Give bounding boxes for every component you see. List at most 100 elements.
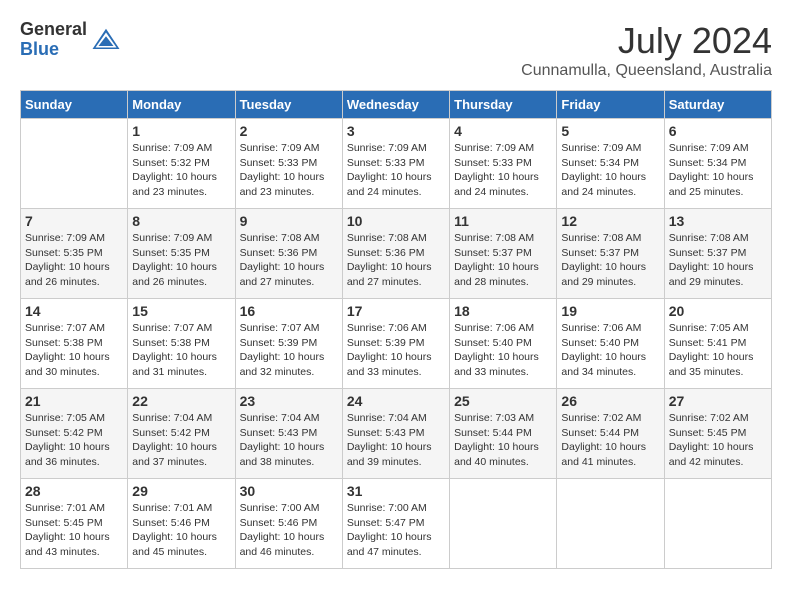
day-info: Sunrise: 7:04 AM Sunset: 5:43 PM Dayligh… (240, 411, 338, 470)
weekday-header-saturday: Saturday (664, 91, 771, 119)
day-number: 18 (454, 303, 552, 319)
day-info: Sunrise: 7:03 AM Sunset: 5:44 PM Dayligh… (454, 411, 552, 470)
calendar-cell: 13 Sunrise: 7:08 AM Sunset: 5:37 PM Dayli… (664, 209, 771, 299)
day-info: Sunrise: 7:08 AM Sunset: 5:37 PM Dayligh… (561, 231, 659, 290)
day-info: Sunrise: 7:09 AM Sunset: 5:35 PM Dayligh… (132, 231, 230, 290)
day-info: Sunrise: 7:04 AM Sunset: 5:43 PM Dayligh… (347, 411, 445, 470)
calendar-cell: 31Sunrise: 7:00 AM Sunset: 5:47 PM Dayli… (342, 479, 449, 569)
month-title: July 2024 (521, 20, 772, 62)
calendar-cell: 5 Sunrise: 7:09 AM Sunset: 5:34 PM Daylig… (557, 119, 664, 209)
calendar-cell (664, 479, 771, 569)
calendar-cell: 7Sunrise: 7:09 AM Sunset: 5:35 PM Daylig… (21, 209, 128, 299)
day-info: Sunrise: 7:05 AM Sunset: 5:41 PM Dayligh… (669, 321, 767, 380)
calendar-cell: 23 Sunrise: 7:04 AM Sunset: 5:43 PM Dayli… (235, 389, 342, 479)
calendar-cell (21, 119, 128, 209)
calendar-cell: 30 Sunrise: 7:00 AM Sunset: 5:46 PM Dayli… (235, 479, 342, 569)
day-info: Sunrise: 7:09 AM Sunset: 5:34 PM Dayligh… (561, 141, 659, 200)
day-number: 31 (347, 483, 445, 499)
day-info: Sunrise: 7:06 AM Sunset: 5:40 PM Dayligh… (454, 321, 552, 380)
day-info: Sunrise: 7:09 AM Sunset: 5:32 PM Dayligh… (132, 141, 230, 200)
location-title: Cunnamulla, Queensland, Australia (521, 62, 772, 80)
calendar-cell: 17Sunrise: 7:06 AM Sunset: 5:39 PM Dayli… (342, 299, 449, 389)
day-number: 17 (347, 303, 445, 319)
calendar-cell: 20 Sunrise: 7:05 AM Sunset: 5:41 PM Dayli… (664, 299, 771, 389)
day-info: Sunrise: 7:09 AM Sunset: 5:33 PM Dayligh… (454, 141, 552, 200)
day-number: 21 (25, 393, 123, 409)
calendar-cell: 2Sunrise: 7:09 AM Sunset: 5:33 PM Daylig… (235, 119, 342, 209)
day-number: 22 (132, 393, 230, 409)
calendar-week-row: 21 Sunrise: 7:05 AM Sunset: 5:42 PM Dayli… (21, 389, 772, 479)
calendar-cell: 11 Sunrise: 7:08 AM Sunset: 5:37 PM Dayli… (450, 209, 557, 299)
day-info: Sunrise: 7:02 AM Sunset: 5:44 PM Dayligh… (561, 411, 659, 470)
day-info: Sunrise: 7:08 AM Sunset: 5:37 PM Dayligh… (669, 231, 767, 290)
day-info: Sunrise: 7:08 AM Sunset: 5:36 PM Dayligh… (240, 231, 338, 290)
calendar-cell: 24 Sunrise: 7:04 AM Sunset: 5:43 PM Dayli… (342, 389, 449, 479)
day-number: 11 (454, 213, 552, 229)
logo-blue-text: Blue (20, 40, 87, 60)
calendar-cell: 27 Sunrise: 7:02 AM Sunset: 5:45 PM Dayli… (664, 389, 771, 479)
calendar-cell: 9 Sunrise: 7:08 AM Sunset: 5:36 PM Daylig… (235, 209, 342, 299)
day-number: 13 (669, 213, 767, 229)
calendar-cell: 18 Sunrise: 7:06 AM Sunset: 5:40 PM Dayli… (450, 299, 557, 389)
weekday-header-tuesday: Tuesday (235, 91, 342, 119)
calendar-cell: 29 Sunrise: 7:01 AM Sunset: 5:46 PM Dayli… (128, 479, 235, 569)
calendar-cell (557, 479, 664, 569)
calendar-week-row: 28 Sunrise: 7:01 AM Sunset: 5:45 PM Dayli… (21, 479, 772, 569)
day-number: 28 (25, 483, 123, 499)
day-number: 24 (347, 393, 445, 409)
day-number: 5 (561, 123, 659, 139)
page-header: General Blue July 2024 Cunnamulla, Queen… (20, 20, 772, 80)
day-number: 4 (454, 123, 552, 139)
calendar-cell: 22 Sunrise: 7:04 AM Sunset: 5:42 PM Dayli… (128, 389, 235, 479)
day-info: Sunrise: 7:09 AM Sunset: 5:33 PM Dayligh… (347, 141, 445, 200)
calendar-cell: 21 Sunrise: 7:05 AM Sunset: 5:42 PM Dayli… (21, 389, 128, 479)
day-number: 6 (669, 123, 767, 139)
calendar-cell: 14 Sunrise: 7:07 AM Sunset: 5:38 PM Dayli… (21, 299, 128, 389)
day-info: Sunrise: 7:09 AM Sunset: 5:34 PM Dayligh… (669, 141, 767, 200)
calendar-cell: 28 Sunrise: 7:01 AM Sunset: 5:45 PM Dayli… (21, 479, 128, 569)
calendar-cell: 6 Sunrise: 7:09 AM Sunset: 5:34 PM Daylig… (664, 119, 771, 209)
day-number: 20 (669, 303, 767, 319)
weekday-header-wednesday: Wednesday (342, 91, 449, 119)
day-info: Sunrise: 7:08 AM Sunset: 5:37 PM Dayligh… (454, 231, 552, 290)
day-number: 23 (240, 393, 338, 409)
day-info: Sunrise: 7:05 AM Sunset: 5:42 PM Dayligh… (25, 411, 123, 470)
calendar-week-row: 1 Sunrise: 7:09 AM Sunset: 5:32 PM Daylig… (21, 119, 772, 209)
day-number: 16 (240, 303, 338, 319)
day-info: Sunrise: 7:04 AM Sunset: 5:42 PM Dayligh… (132, 411, 230, 470)
weekday-header-friday: Friday (557, 91, 664, 119)
calendar-week-row: 14 Sunrise: 7:07 AM Sunset: 5:38 PM Dayli… (21, 299, 772, 389)
calendar-week-row: 7Sunrise: 7:09 AM Sunset: 5:35 PM Daylig… (21, 209, 772, 299)
day-info: Sunrise: 7:01 AM Sunset: 5:45 PM Dayligh… (25, 501, 123, 560)
day-info: Sunrise: 7:00 AM Sunset: 5:46 PM Dayligh… (240, 501, 338, 560)
day-info: Sunrise: 7:07 AM Sunset: 5:39 PM Dayligh… (240, 321, 338, 380)
calendar-cell: 19Sunrise: 7:06 AM Sunset: 5:40 PM Dayli… (557, 299, 664, 389)
calendar-cell: 15Sunrise: 7:07 AM Sunset: 5:38 PM Dayli… (128, 299, 235, 389)
day-info: Sunrise: 7:02 AM Sunset: 5:45 PM Dayligh… (669, 411, 767, 470)
calendar-cell: 25 Sunrise: 7:03 AM Sunset: 5:44 PM Dayli… (450, 389, 557, 479)
day-number: 14 (25, 303, 123, 319)
day-info: Sunrise: 7:08 AM Sunset: 5:36 PM Dayligh… (347, 231, 445, 290)
day-info: Sunrise: 7:07 AM Sunset: 5:38 PM Dayligh… (25, 321, 123, 380)
title-block: July 2024 Cunnamulla, Queensland, Austra… (521, 20, 772, 80)
calendar-cell: 8 Sunrise: 7:09 AM Sunset: 5:35 PM Daylig… (128, 209, 235, 299)
day-number: 25 (454, 393, 552, 409)
calendar-table: SundayMondayTuesdayWednesdayThursdayFrid… (20, 90, 772, 569)
calendar-cell: 10 Sunrise: 7:08 AM Sunset: 5:36 PM Dayli… (342, 209, 449, 299)
day-number: 3 (347, 123, 445, 139)
day-info: Sunrise: 7:01 AM Sunset: 5:46 PM Dayligh… (132, 501, 230, 560)
day-number: 1 (132, 123, 230, 139)
weekday-header-thursday: Thursday (450, 91, 557, 119)
logo-icon (91, 25, 121, 55)
day-number: 29 (132, 483, 230, 499)
day-number: 9 (240, 213, 338, 229)
day-number: 27 (669, 393, 767, 409)
calendar-cell: 16 Sunrise: 7:07 AM Sunset: 5:39 PM Dayli… (235, 299, 342, 389)
day-number: 30 (240, 483, 338, 499)
calendar-cell: 1 Sunrise: 7:09 AM Sunset: 5:32 PM Daylig… (128, 119, 235, 209)
calendar-cell (450, 479, 557, 569)
day-number: 26 (561, 393, 659, 409)
day-number: 12 (561, 213, 659, 229)
day-number: 8 (132, 213, 230, 229)
day-number: 10 (347, 213, 445, 229)
